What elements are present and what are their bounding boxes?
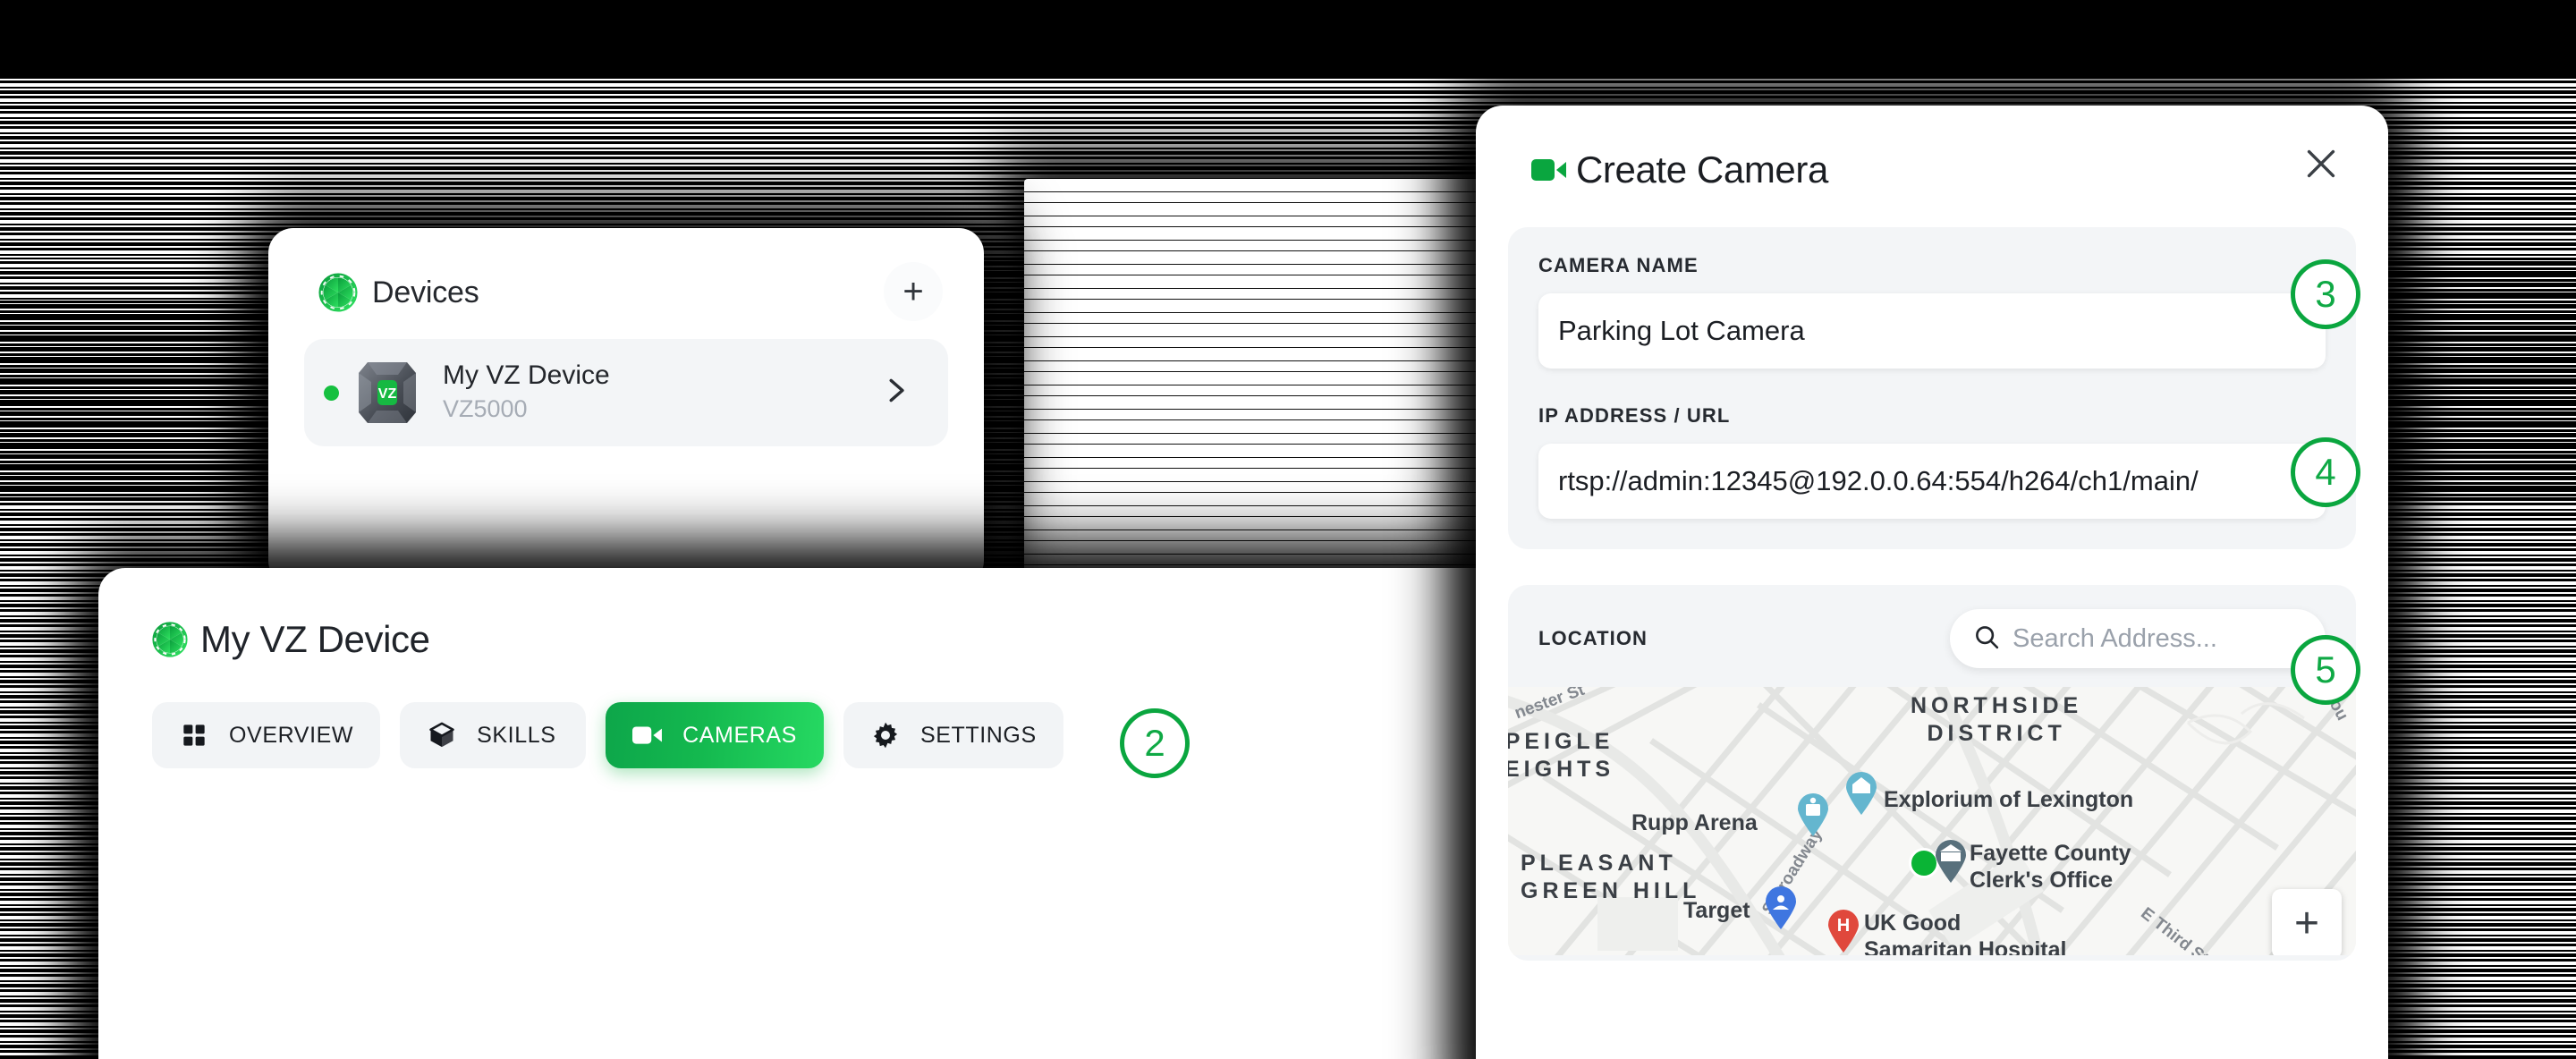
poi-line: UK Good	[1864, 911, 1962, 936]
map-poi-label: Fayette County Clerk's Office	[1970, 841, 2131, 894]
location-header: LOCATION Search Address...	[1508, 609, 2356, 668]
map-pin-icon	[1764, 885, 1798, 930]
poi-line: Clerk's Office	[1970, 867, 2114, 893]
map-district-label: NORTHSIDE DISTRICT	[1911, 692, 2082, 749]
map-pin-icon	[1796, 792, 1830, 837]
tab-overview[interactable]: OVERVIEW	[152, 702, 381, 768]
tab-skills[interactable]: SKILLS	[400, 702, 587, 768]
poi-line: Fayette County	[1970, 841, 2131, 866]
svg-text:H: H	[1837, 916, 1850, 936]
address-search-placeholder: Search Address...	[2012, 623, 2217, 653]
dialog-title: Create Camera	[1576, 148, 1828, 191]
step-badge-4: 4	[2291, 437, 2360, 507]
camera-fields-section: CAMERA NAME Parking Lot Camera IP ADDRES…	[1508, 227, 2356, 549]
district-line: GREEN HILL	[1521, 878, 1701, 904]
video-camera-icon	[632, 720, 663, 750]
background-window	[1024, 179, 1547, 586]
map-pin-icon: H	[1826, 909, 1860, 953]
search-icon	[1973, 623, 2000, 655]
background-band-3	[0, 259, 268, 300]
page-title: My VZ Device	[200, 618, 430, 660]
location-map[interactable]: PEIGLE EIGHTS NORTHSIDE DISTRICT PLEASAN…	[1508, 687, 2356, 955]
cube-icon	[427, 720, 457, 750]
background-top-black	[0, 0, 2576, 79]
chevron-right-icon[interactable]	[878, 374, 912, 412]
tab-cameras[interactable]: CAMERAS	[606, 702, 824, 768]
ip-address-input[interactable]: rtsp://admin:12345@192.0.0.64:554/h264/c…	[1538, 444, 2326, 519]
devices-header: Devices +	[268, 228, 984, 321]
status-dot	[324, 385, 339, 401]
tab-label: OVERVIEW	[229, 722, 354, 748]
devices-title: Devices	[372, 275, 479, 309]
device-window-header: My VZ Device	[98, 568, 1547, 661]
create-camera-dialog: Create Camera CAMERA NAME Parking Lot Ca…	[1476, 106, 2388, 1059]
location-section: LOCATION Search Address... PEIGLE EIGHTS…	[1508, 585, 2356, 961]
aperture-icon	[152, 622, 188, 657]
svg-text:VZ: VZ	[378, 386, 397, 402]
device-info: My VZ Device VZ5000	[443, 360, 610, 426]
tab-label: SETTINGS	[919, 722, 1037, 748]
step-badge-3: 3	[2291, 259, 2360, 329]
district-line: PEIGLE	[1508, 729, 1614, 754]
map-pin-icon	[1844, 771, 1878, 816]
map-poi-label: Target	[1683, 898, 1750, 923]
map-poi-label: Explorium of Lexington	[1884, 787, 2134, 812]
grid-icon	[179, 720, 209, 750]
district-line: DISTRICT	[1927, 721, 2066, 747]
map-district-label: PLEASANT GREEN HILL	[1521, 850, 1700, 906]
tab-label: CAMERAS	[682, 722, 797, 748]
device-list-item[interactable]: VZ My VZ Device VZ5000	[304, 339, 948, 446]
aperture-icon	[318, 273, 358, 312]
ip-address-label: IP ADDRESS / URL	[1538, 404, 1731, 427]
tab-label: SKILLS	[477, 722, 556, 748]
poi-line: Samaritan Hospital	[1864, 936, 2067, 956]
district-line: EIGHTS	[1508, 757, 1615, 783]
device-detail-window: My VZ Device OVERVIEW SKILLS CAMERAS SET…	[98, 568, 1547, 1059]
device-tabs: OVERVIEW SKILLS CAMERAS SETTINGS	[98, 661, 1547, 768]
camera-name-input[interactable]: Parking Lot Camera	[1538, 293, 2326, 369]
map-poi-label: Rupp Arena	[1631, 810, 1758, 835]
step-badge-2: 2	[1120, 708, 1190, 778]
camera-name-label: CAMERA NAME	[1538, 254, 1699, 276]
district-line: PLEASANT	[1521, 851, 1677, 876]
add-device-button[interactable]: +	[884, 262, 943, 321]
gear-icon	[870, 720, 901, 750]
step-badge-5: 5	[2291, 635, 2360, 705]
tab-settings[interactable]: SETTINGS	[843, 702, 1063, 768]
map-district-label: PEIGLE EIGHTS	[1508, 728, 1614, 784]
device-thumbnail-icon: VZ	[355, 359, 419, 427]
dialog-header: Create Camera	[1476, 106, 2388, 191]
close-icon[interactable]	[2301, 143, 2342, 184]
map-zoom-in-button[interactable]: +	[2272, 889, 2342, 955]
device-name: My VZ Device	[443, 360, 610, 390]
location-label: LOCATION	[1538, 627, 1648, 649]
map-poi-label: UK Good Samaritan Hospital	[1864, 911, 2066, 955]
address-search-input[interactable]: Search Address...	[1950, 609, 2326, 668]
map-pin-icon	[1934, 839, 1968, 884]
devices-panel: Devices + VZ My VZ Device VZ5000	[268, 228, 984, 586]
video-camera-icon	[1531, 157, 1567, 183]
device-model: VZ5000	[443, 395, 528, 423]
district-line: NORTHSIDE	[1911, 693, 2083, 718]
screenshot-root: Devices + VZ My VZ Device VZ5000 My VZ D…	[0, 0, 2576, 1059]
